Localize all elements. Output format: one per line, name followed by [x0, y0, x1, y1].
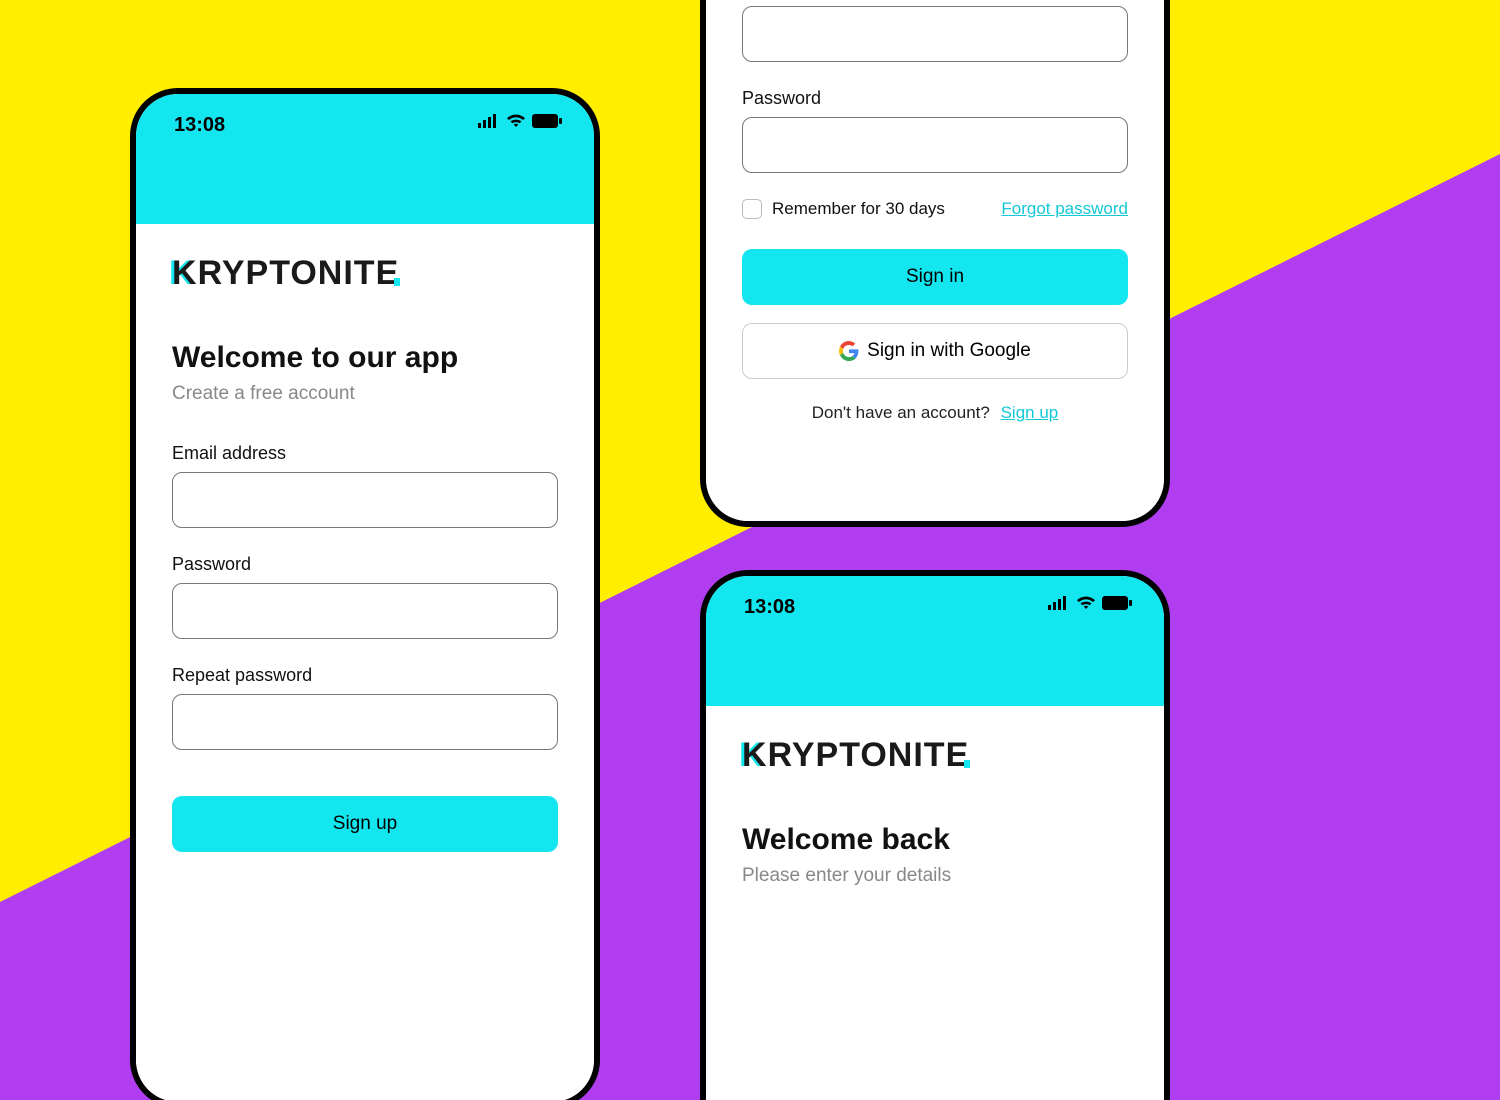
google-icon: [839, 341, 859, 361]
welcomeback-heading: Welcome back: [742, 823, 1128, 857]
signal-icon: [478, 114, 500, 128]
logo-tail-accent: [964, 760, 970, 768]
google-signin-button[interactable]: Sign in with Google: [742, 323, 1128, 379]
signup-content: K K RYPTONITE Welcome to our app Create …: [136, 224, 594, 1100]
signup-button[interactable]: Sign up: [172, 796, 558, 852]
status-icons: [478, 114, 562, 128]
logo-k-black: K: [172, 254, 198, 292]
phone-welcomeback: 13:08 K K: [700, 570, 1170, 1100]
signup-subheading: Create a free account: [172, 383, 558, 405]
signin-password-field-group: Password: [742, 88, 1128, 173]
phone-inner: 13:08 K K: [136, 94, 594, 1100]
phone-signin: Password Remember for 30 days Forgot pas…: [700, 0, 1170, 527]
welcomeback-content: K K RYPTONITE Welcome back Please enter …: [706, 706, 1164, 1100]
wifi-icon: [506, 114, 526, 128]
remember-checkbox[interactable]: [742, 199, 762, 219]
logo-mid: RYPTONIT: [768, 736, 946, 775]
signup-heading: Welcome to our app: [172, 341, 558, 375]
forgot-password-link[interactable]: Forgot password: [1001, 199, 1128, 219]
no-account-text: Don't have an account?: [812, 403, 990, 422]
signin-button[interactable]: Sign in: [742, 249, 1128, 305]
password-field-group: Password: [172, 554, 558, 639]
email-field-group: Email address: [172, 443, 558, 528]
google-signin-label: Sign in with Google: [867, 340, 1031, 362]
welcomeback-subheading: Please enter your details: [742, 865, 1128, 887]
signin-email-field-group: [742, 6, 1128, 62]
signin-content: Password Remember for 30 days Forgot pas…: [706, 6, 1164, 521]
repeat-password-label: Repeat password: [172, 665, 558, 686]
repeat-password-input[interactable]: [172, 694, 558, 750]
signin-email-input[interactable]: [742, 6, 1128, 62]
phone-signup: 13:08 K K: [130, 88, 600, 1100]
phone-inner: 13:08 K K: [706, 576, 1164, 1100]
signin-options-row: Remember for 30 days Forgot password: [742, 199, 1128, 219]
status-time: 13:08: [744, 596, 795, 619]
logo-tail-letter: E: [946, 736, 970, 774]
remember-wrap[interactable]: Remember for 30 days: [742, 199, 945, 219]
wifi-icon: [1076, 596, 1096, 610]
logo-tail: E: [946, 736, 970, 775]
signup-link[interactable]: Sign up: [1001, 403, 1059, 422]
logo-k-black: K: [742, 736, 768, 774]
status-icons: [1048, 596, 1132, 610]
logo-tail: E: [376, 254, 400, 293]
repeat-password-field-group: Repeat password: [172, 665, 558, 750]
email-label: Email address: [172, 443, 558, 464]
logo-mid: RYPTONIT: [198, 254, 376, 293]
logo-k: K K: [172, 254, 198, 293]
password-input[interactable]: [172, 583, 558, 639]
battery-icon: [1102, 596, 1132, 610]
signin-password-label: Password: [742, 88, 1128, 109]
canvas: 13:08 K K: [0, 0, 1500, 1100]
email-input[interactable]: [172, 472, 558, 528]
logo-tail-letter: E: [376, 254, 400, 292]
brand-logo: K K RYPTONITE: [172, 254, 558, 293]
status-time: 13:08: [174, 114, 225, 137]
signup-prompt: Don't have an account? Sign up: [742, 403, 1128, 423]
logo-tail-accent: [394, 278, 400, 286]
phone-inner: Password Remember for 30 days Forgot pas…: [706, 0, 1164, 521]
battery-icon: [532, 114, 562, 128]
status-bar: 13:08: [136, 94, 594, 224]
brand-logo: K K RYPTONITE: [742, 736, 1128, 775]
password-label: Password: [172, 554, 558, 575]
logo-k: K K: [742, 736, 768, 775]
status-bar: 13:08: [706, 576, 1164, 706]
signal-icon: [1048, 596, 1070, 610]
signin-password-input[interactable]: [742, 117, 1128, 173]
remember-label: Remember for 30 days: [772, 199, 945, 219]
